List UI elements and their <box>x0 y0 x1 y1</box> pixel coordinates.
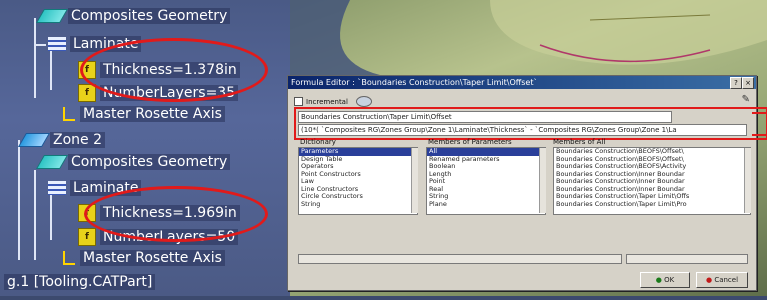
axis-icon <box>60 250 76 266</box>
dictionary-header: Dictionary <box>300 138 336 146</box>
tree-item-composites-geometry-2[interactable]: Composites Geometry <box>35 154 231 170</box>
dialog-title: Formula Editor : `Boundaries Constructio… <box>291 78 538 87</box>
composites-geometry-icon <box>35 9 69 23</box>
formula-editor-dialog: Formula Editor : `Boundaries Constructio… <box>287 75 767 291</box>
list-item[interactable]: Boundaries Construction\Taper Limit\Pro <box>554 200 750 209</box>
help-button[interactable]: ? <box>730 77 742 89</box>
composites-geometry-icon <box>35 155 69 169</box>
tree-item-master-rosette-1[interactable]: Master Rosette Axis <box>60 106 225 122</box>
list-item[interactable]: Plane <box>427 200 545 209</box>
parameter-icon: f <box>78 228 96 246</box>
axis-icon <box>60 106 76 122</box>
dictionary-list[interactable]: Parameters Design Table Operators Point Con… <box>298 147 418 215</box>
laminate-icon <box>48 37 66 51</box>
list-item[interactable]: Point <box>427 177 545 186</box>
cancel-button[interactable]: ● Cancel <box>696 272 748 288</box>
highlight-box-formula <box>294 107 767 140</box>
value-field[interactable] <box>298 254 622 264</box>
tree-item-part[interactable]: g.1 [Tooling.CATPart] <box>4 274 156 290</box>
dictionary-scrollbar[interactable] <box>411 148 418 213</box>
highlight-pointer-top <box>752 112 767 114</box>
members-of-all-list[interactable]: Boundaries Construction\BEOFS\Offset\ Bou… <box>553 147 751 215</box>
highlight-ellipse-thickness-1 <box>80 38 268 102</box>
tree-item-zone-2[interactable]: Zone 2 <box>17 132 105 148</box>
members-of-parameters-list[interactable]: All Renamed parameters Boolean Length Point R… <box>426 147 546 215</box>
tree-item-master-rosette-2[interactable]: Master Rosette Axis <box>60 250 225 266</box>
list-item[interactable]: String <box>299 200 417 209</box>
close-button[interactable]: × <box>742 77 754 89</box>
highlight-pointer-bottom <box>752 134 767 136</box>
members-all-scrollbar[interactable] <box>744 148 751 213</box>
unit-field[interactable] <box>626 254 748 264</box>
cancel-icon: ● <box>705 276 713 284</box>
highlight-ellipse-thickness-2 <box>84 186 268 242</box>
incremental-checkbox[interactable] <box>294 97 303 106</box>
tree-item-composites-geometry-1[interactable]: Composites Geometry <box>35 8 231 24</box>
members-params-scrollbar[interactable] <box>539 148 546 213</box>
incremental-option[interactable]: Incremental <box>294 96 372 107</box>
zone-icon <box>17 133 51 147</box>
ok-button[interactable]: ● OK <box>640 272 690 288</box>
list-item[interactable]: Point Constructors <box>299 170 417 179</box>
specification-tree: Composites Geometry Laminate f Thickness… <box>0 0 290 296</box>
members-of-all-header: Members of All <box>553 138 606 146</box>
dialog-title-bar: Formula Editor : `Boundaries Constructio… <box>288 76 756 89</box>
measure-icon[interactable] <box>355 96 372 107</box>
erase-icon[interactable]: ✎ <box>742 94 750 105</box>
check-icon: ● <box>655 276 662 284</box>
laminate-icon <box>48 181 66 195</box>
members-of-parameters-header: Members of Parameters <box>428 138 512 146</box>
